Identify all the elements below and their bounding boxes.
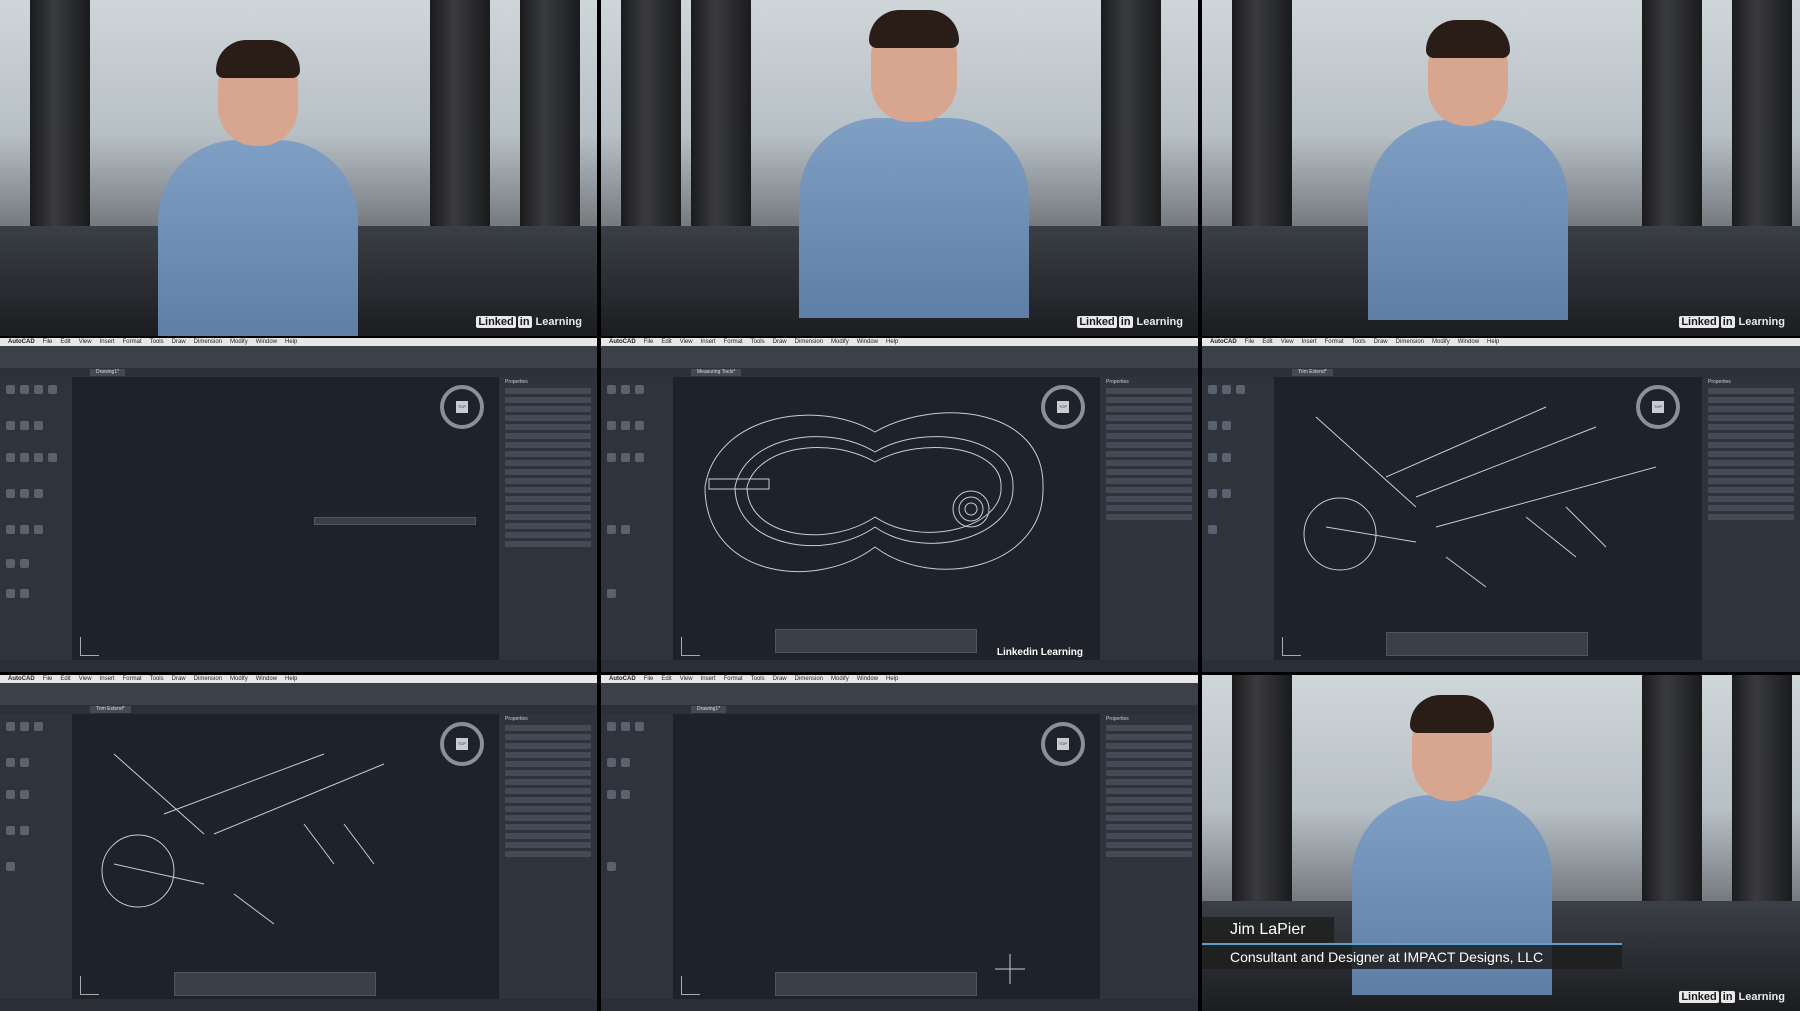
presenter-video-frame-1: Linked in Learning [0,0,597,336]
ucs-icon [80,637,99,656]
tool-palette [601,377,673,660]
linkedin-learning-logo: Linked in Learning [1679,316,1785,328]
viewcube[interactable]: TOP [440,722,484,766]
linkedin-learning-logo: Linked in Learning [476,316,582,328]
presenter-title: Consultant and Designer at IMPACT Design… [1202,943,1622,969]
command-line[interactable] [174,972,376,996]
file-tab-strip: Trim Extend* [0,705,597,714]
properties-panel: Properties [499,714,597,999]
toolbar [0,346,597,368]
pool-outline-drawing [704,412,1044,573]
tool-palette [0,377,72,660]
menu-dimension[interactable]: Dimension [194,339,222,345]
status-bar [0,660,597,672]
presenter-figure [789,6,1029,336]
toolbar [601,346,1198,368]
menu-bar: AutoCAD File Edit View Insert Format Tools Draw… [601,675,1198,683]
trim-extend-lines [1303,406,1657,588]
menu-format[interactable]: Format [123,339,142,345]
tool-palette [0,714,72,999]
presenter-video-frame-4: Jim LaPier Consultant and Designer at IM… [1202,675,1800,1011]
menu-bar: AutoCAD File Edit View Insert Format Tools Draw… [0,338,597,346]
properties-panel: Properties [499,377,597,660]
status-bar [0,999,597,1011]
presenter-lower-third: Jim LaPier Consultant and Designer at IM… [1202,917,1622,969]
menu-window[interactable]: Window [256,339,277,345]
file-tab[interactable]: Drawing1* [691,706,727,713]
file-tab[interactable]: Trim Extend* [90,706,131,713]
file-tab-strip: Drawing1* [0,368,597,377]
file-tab-strip: Trim Extend* [1202,368,1800,377]
linkedin-learning-logo: Linked in Learning [1679,991,1785,1003]
drawing-canvas[interactable]: TOP [675,714,1098,999]
menu-draw[interactable]: Draw [172,339,186,345]
properties-panel: Properties [1100,714,1198,999]
ucs-icon [80,976,99,995]
crosshair-cursor [995,954,1025,984]
presenter-video-frame-2: Linked in Learning [601,0,1198,336]
autocad-screen-1: AutoCAD File Edit View Insert Format Tools Draw… [0,338,597,672]
viewcube[interactable]: TOP [1041,385,1085,429]
status-bar [601,999,1198,1011]
drawing-canvas[interactable]: TOP [74,377,497,660]
menu-bar: AutoCAD File Edit View Insert Format Tools Draw… [1202,338,1800,346]
command-line[interactable] [1386,632,1588,656]
menu-file[interactable]: File [43,339,53,345]
command-line[interactable] [775,629,977,653]
trim-extend-lines [101,753,385,925]
ucs-icon [1282,637,1301,656]
autocad-screen-2: AutoCAD File Edit View Insert Format Tools Draw… [601,338,1198,672]
properties-panel: Properties [1100,377,1198,660]
menu-tools[interactable]: Tools [150,339,164,345]
presenter-figure [148,36,368,336]
presenter-video-frame-3: Linked in Learning [1202,0,1800,336]
menu-bar: AutoCAD File Edit View Insert Format Tools Draw… [601,338,1198,346]
file-tab-strip: Drawing1* [601,705,1198,714]
drawing-canvas[interactable]: TOP [74,714,497,999]
file-tab-strip: Measuring Tools* [601,368,1198,377]
linkedin-learning-logo: Linkedin Learning [996,647,1083,658]
ucs-icon [681,637,700,656]
presenter-figure [1358,16,1578,336]
ucs-icon [681,976,700,995]
autocad-screen-5: AutoCAD File Edit View Insert Format Tools Draw… [601,675,1198,1011]
menu-insert[interactable]: Insert [100,339,115,345]
menu-bar: AutoCAD File Edit View Insert Format Tools Draw… [0,675,597,683]
file-tab[interactable]: Trim Extend* [1292,369,1333,376]
autocad-screen-3: AutoCAD File Edit View Insert Format Tools Draw… [1202,338,1800,672]
presenter-name: Jim LaPier [1202,917,1334,943]
autocad-screen-4: AutoCAD File Edit View Insert Format Tools Draw… [0,675,597,1011]
tool-palette [1202,377,1274,660]
menu-modify[interactable]: Modify [230,339,248,345]
drawing-canvas[interactable]: TOP [1276,377,1700,660]
tool-palette [601,714,673,999]
command-line[interactable] [314,517,476,525]
toolbar [601,683,1198,705]
menu-edit[interactable]: Edit [60,339,70,345]
file-tab[interactable]: Measuring Tools* [691,369,742,376]
file-tab[interactable]: Drawing1* [90,369,126,376]
properties-panel: Properties [1702,377,1800,660]
viewcube[interactable]: TOP [440,385,484,429]
drawing-canvas[interactable]: TOP [675,377,1098,660]
status-bar [1202,660,1800,672]
viewcube[interactable]: TOP [1636,385,1680,429]
command-line[interactable] [775,972,977,996]
viewcube[interactable]: TOP [1041,722,1085,766]
toolbar [0,683,597,705]
toolbar [1202,346,1800,368]
status-bar [601,660,1198,672]
menu-view[interactable]: View [79,339,92,345]
menu-help[interactable]: Help [285,339,297,345]
linkedin-learning-logo: Linked in Learning [1077,316,1183,328]
